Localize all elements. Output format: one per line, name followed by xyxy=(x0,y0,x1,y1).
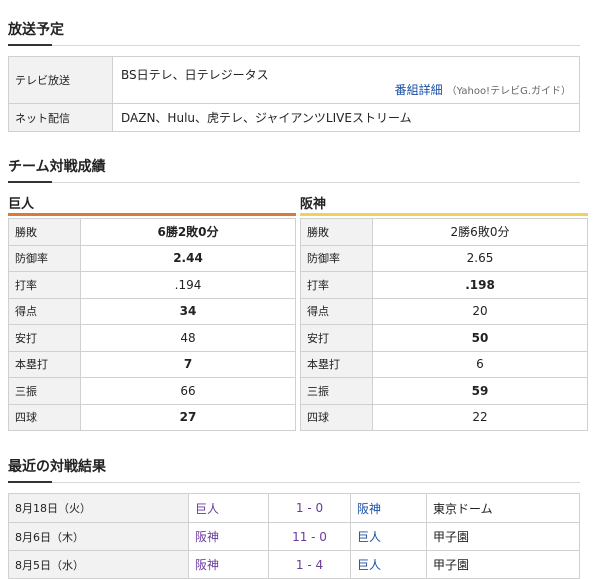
stats-value: 6勝2敗0分 xyxy=(157,225,219,240)
stats-value: 22 xyxy=(472,410,488,425)
result-away-team-link[interactable]: 巨人 xyxy=(351,523,427,550)
recent-section-title: 最近の対戦結果 xyxy=(8,459,106,475)
stats-value: 6 xyxy=(476,357,484,372)
tv-broadcast-channels: BS日テレ、日テレジータス xyxy=(121,68,269,82)
result-venue: 東京ドーム xyxy=(433,501,493,516)
result-score-link[interactable]: 1 - 0 xyxy=(269,494,351,522)
program-detail: 番組詳細 （Yahoo!テレビG.ガイド） xyxy=(395,81,571,98)
stats-label: 得点 xyxy=(301,298,373,324)
stats-row: 安打 50 xyxy=(301,324,587,351)
stats-row: 三振 66 xyxy=(9,377,295,404)
stats-label: 打率 xyxy=(301,272,373,298)
matchup-section-title: チーム対戦成績 xyxy=(8,159,106,175)
result-home-team-link[interactable]: 阪神 xyxy=(189,551,269,578)
stats-row: 勝敗 2勝6敗0分 xyxy=(301,218,587,245)
stats-value: 48 xyxy=(180,330,196,345)
tv-broadcast-label: テレビ放送 xyxy=(9,57,113,103)
stats-row: 本塁打 7 xyxy=(9,350,295,377)
stats-row: 得点 20 xyxy=(301,297,587,324)
stats-row: 打率 .198 xyxy=(301,271,587,298)
stats-value: .198 xyxy=(465,277,495,292)
stats-label: 防御率 xyxy=(301,245,373,271)
stats-row: 勝敗 6勝2敗0分 xyxy=(9,218,295,245)
result-score-link[interactable]: 11 - 0 xyxy=(269,523,351,550)
stats-label: 四球 xyxy=(301,404,373,430)
stats-label: 本塁打 xyxy=(9,351,81,377)
stats-value: 66 xyxy=(180,383,196,398)
result-date: 8月5日（水） xyxy=(9,551,189,578)
stats-label: 打率 xyxy=(9,272,81,298)
result-home-team-link[interactable]: 巨人 xyxy=(189,494,269,522)
team-name: 巨人 xyxy=(8,197,35,212)
stats-label: 勝敗 xyxy=(301,219,373,245)
stats-label: 勝敗 xyxy=(9,219,81,245)
result-away-team-link[interactable]: 巨人 xyxy=(351,551,427,578)
result-home-team-link[interactable]: 阪神 xyxy=(189,523,269,550)
stats-value: 20 xyxy=(472,304,488,319)
broadcast-section-title: 放送予定 xyxy=(8,22,64,38)
result-date: 8月6日（木） xyxy=(9,523,189,550)
tv-broadcast-value-cell: BS日テレ、日テレジータス 番組詳細 （Yahoo!テレビG.ガイド） xyxy=(113,57,579,103)
team-stats-giants: 巨人 勝敗 6勝2敗0分防御率 2.44 打率 .194 得点 34 安打 48 本塁打 7 三振 66… xyxy=(8,193,296,431)
stats-value: 2.44 xyxy=(173,251,203,266)
program-detail-source: （Yahoo!テレビG.ガイド） xyxy=(446,86,571,97)
stats-row: 本塁打 6 xyxy=(301,350,587,377)
matchup-section-rule xyxy=(8,181,580,183)
stats-label: 防御率 xyxy=(9,245,81,271)
tv-broadcast-row: テレビ放送 BS日テレ、日テレジータス 番組詳細 （Yahoo!テレビG.ガイド） xyxy=(9,57,579,103)
recent-results-table: 8月18日（火） 巨人 1 - 0 阪神 東京ドーム 8月6日（木） 阪神 11 - 0 巨人甲… xyxy=(8,493,580,579)
recent-section-rule xyxy=(8,481,580,483)
stats-label: 安打 xyxy=(301,325,373,351)
result-score-link[interactable]: 1 - 4 xyxy=(269,551,351,578)
result-venue: 甲子園 xyxy=(433,558,470,572)
stats-row: 四球 22 xyxy=(301,403,587,430)
stats-row: 防御率 2.65 xyxy=(301,244,587,271)
team-stats-tigers: 阪神 勝敗 2勝6敗0分防御率 2.65 打率 .198 得点 20 安打 50 本塁打 6 三振 59… xyxy=(300,193,588,431)
stats-value: 34 xyxy=(179,304,197,319)
broadcast-table: テレビ放送 BS日テレ、日テレジータス 番組詳細 （Yahoo!テレビG.ガイド）… xyxy=(8,56,580,132)
stats-table: 勝敗 2勝6敗0分防御率 2.65 打率 .198 得点 20 安打 50 本塁打 6 三振 59 四球 2… xyxy=(300,218,588,431)
team-name: 阪神 xyxy=(300,197,327,212)
stats-value: 2.65 xyxy=(466,251,494,266)
result-venue: 甲子園 xyxy=(433,530,470,544)
net-streaming-services: DAZN、Hulu、虎テレ、ジャイアンツLIVEストリーム xyxy=(121,111,412,125)
broadcast-section-rule xyxy=(8,44,580,46)
result-row: 8月5日（水） 阪神 1 - 4 巨人 甲子園 xyxy=(9,550,579,578)
program-detail-link[interactable]: 番組詳細 xyxy=(395,83,443,97)
stats-label: 得点 xyxy=(9,298,81,324)
team-color-bar xyxy=(8,213,296,216)
stats-row: 三振 59 xyxy=(301,377,587,404)
stats-label: 四球 xyxy=(9,404,81,430)
stats-row: 四球 27 xyxy=(9,403,295,430)
result-row: 8月6日（木） 阪神 11 - 0 巨人 甲子園 xyxy=(9,522,579,550)
net-streaming-label: ネット配信 xyxy=(9,104,113,131)
net-streaming-row: ネット配信 DAZN、Hulu、虎テレ、ジャイアンツLIVEストリーム xyxy=(9,103,579,131)
team-color-bar xyxy=(300,213,588,216)
stats-table: 勝敗 6勝2敗0分防御率 2.44 打率 .194 得点 34 安打 48 本塁打 7 三振 66 四球 2… xyxy=(8,218,296,431)
result-away-team-link[interactable]: 阪神 xyxy=(351,494,427,522)
result-date: 8月18日（火） xyxy=(9,494,189,522)
stats-row: 防御率 2.44 xyxy=(9,244,295,271)
stats-value: 7 xyxy=(183,357,193,372)
stats-row: 得点 34 xyxy=(9,297,295,324)
stats-row: 安打 48 xyxy=(9,324,295,351)
stats-label: 安打 xyxy=(9,325,81,351)
stats-value: 2勝6敗0分 xyxy=(450,225,510,240)
stats-value: .194 xyxy=(174,277,202,292)
stats-value: 59 xyxy=(471,383,489,398)
stats-label: 三振 xyxy=(9,378,81,404)
stats-value: 27 xyxy=(179,410,197,425)
stats-row: 打率 .194 xyxy=(9,271,295,298)
result-row: 8月18日（火） 巨人 1 - 0 阪神 東京ドーム xyxy=(9,494,579,522)
stats-label: 三振 xyxy=(301,378,373,404)
stats-value: 50 xyxy=(471,330,489,345)
stats-label: 本塁打 xyxy=(301,351,373,377)
